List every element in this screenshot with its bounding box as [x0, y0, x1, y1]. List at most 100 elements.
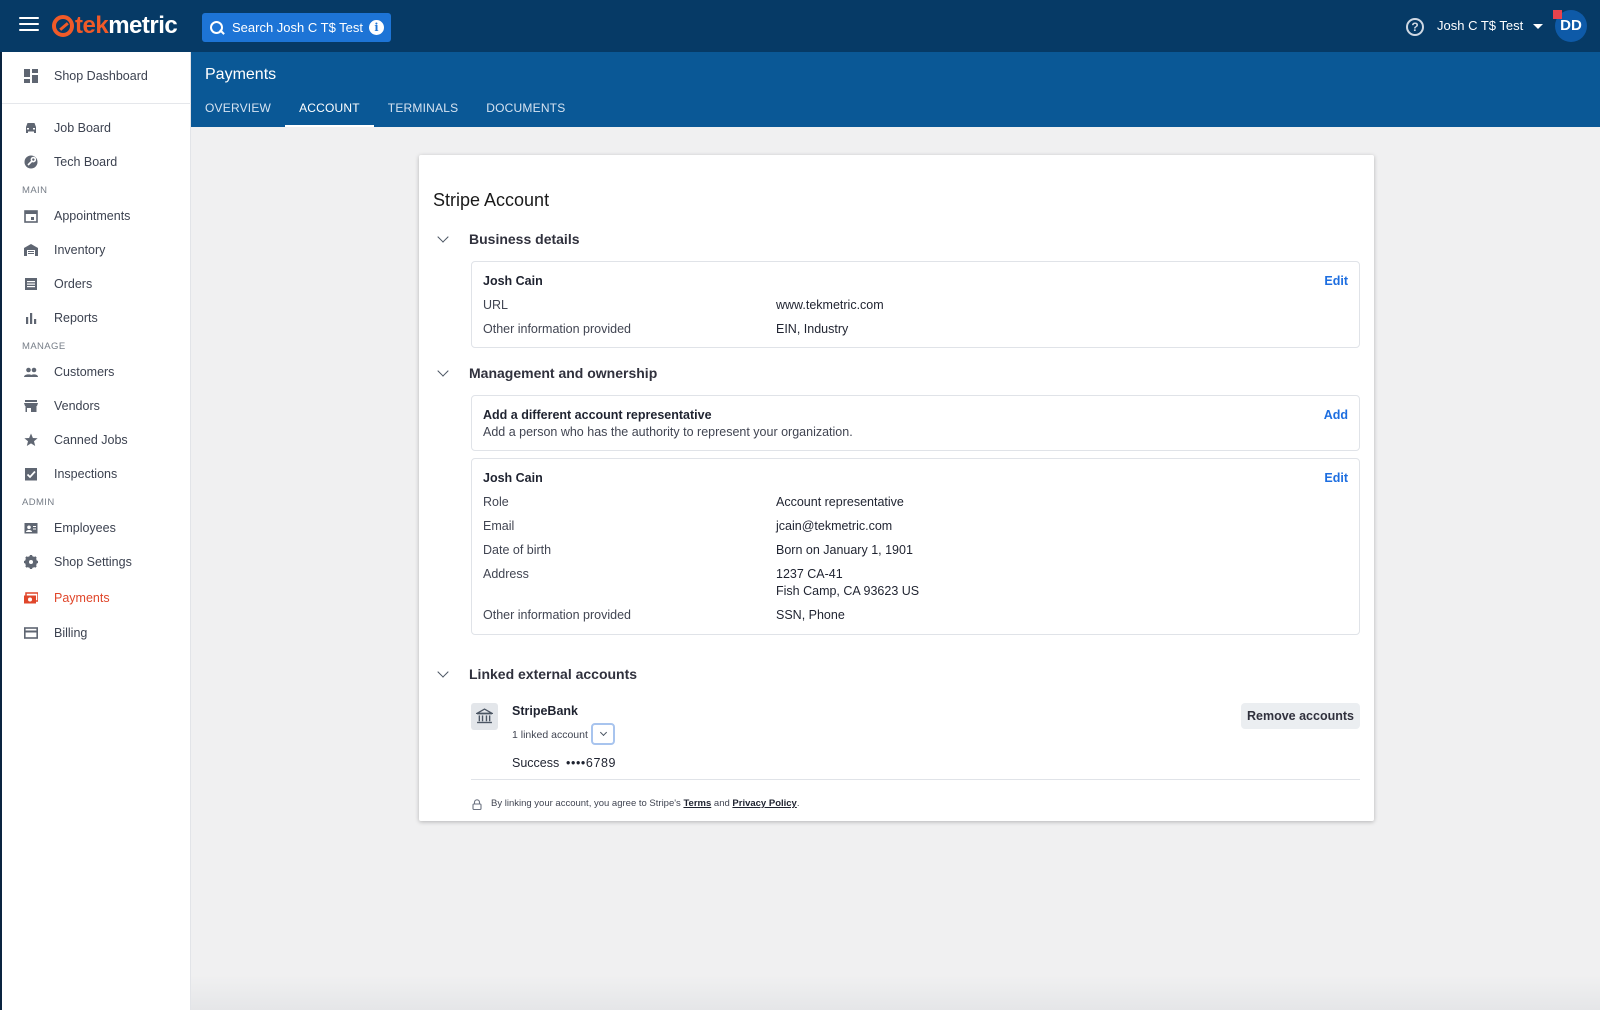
section-label-admin: ADMIN	[22, 497, 55, 508]
sidebar-item-shop-settings[interactable]: Shop Settings	[2, 546, 191, 578]
row-value: jcain@tekmetric.com	[776, 519, 893, 533]
add-representative-button[interactable]: Add	[1324, 408, 1348, 422]
row-value-line2: Fish Camp, CA 93623 US	[776, 584, 920, 598]
lock-icon	[472, 798, 482, 811]
section-label-main: MAIN	[22, 185, 48, 196]
sidebar-item-label: Payments	[54, 591, 110, 605]
row-label: Other information provided	[483, 322, 631, 336]
linked-account-count: 1 linked account	[512, 729, 588, 741]
star-icon	[24, 433, 38, 447]
search-icon	[210, 20, 224, 35]
tab-bar: OVERVIEW ACCOUNT TERMINALS DOCUMENTS	[191, 93, 579, 127]
terms-notice: By linking your account, you agree to St…	[491, 798, 799, 809]
user-menu-button[interactable]: Josh C T$ Test	[1437, 18, 1544, 33]
sidebar-item-vendors[interactable]: Vendors	[2, 390, 191, 422]
sidebar-item-label: Job Board	[54, 121, 111, 135]
info-icon[interactable]: i	[369, 20, 384, 35]
business-name: Josh Cain	[483, 274, 543, 288]
account-status: Success	[512, 756, 560, 770]
wrench-icon	[24, 155, 38, 169]
list-icon	[24, 277, 38, 291]
sidebar-item-label: Shop Settings	[54, 555, 132, 569]
terms-link[interactable]: Terms	[683, 798, 711, 809]
sidebar-item-label: Inventory	[54, 243, 106, 257]
section-heading: Business details	[469, 231, 580, 247]
top-bar: tekmetric Search Josh C T$ Test i ? Josh…	[0, 0, 1600, 52]
tab-terminals[interactable]: TERMINALS	[374, 93, 472, 127]
car-icon	[24, 121, 38, 135]
row-label: Email	[483, 519, 515, 533]
terms-suffix: .	[796, 798, 800, 809]
section-heading: Management and ownership	[469, 365, 658, 381]
row-label: Address	[483, 567, 529, 581]
row-value: EIN, Industry	[776, 322, 849, 336]
menu-icon[interactable]	[19, 17, 39, 35]
tab-overview[interactable]: OVERVIEW	[191, 93, 285, 127]
business-details-box: Josh Cain Edit URL www.tekmetric.com Oth…	[471, 261, 1360, 348]
logo-gear-icon	[52, 15, 74, 37]
divider	[471, 779, 1360, 780]
global-search-input[interactable]: Search Josh C T$ Test i	[202, 13, 391, 42]
sidebar-item-job-board[interactable]: Job Board	[2, 112, 191, 144]
sidebar-item-orders[interactable]: Orders	[2, 268, 191, 300]
bar-chart-icon	[24, 311, 38, 325]
sidebar-item-label: Shop Dashboard	[54, 69, 148, 83]
sidebar-item-reports[interactable]: Reports	[2, 302, 191, 334]
sidebar-item-customers[interactable]: Customers	[2, 356, 191, 388]
sidebar-item-billing[interactable]: Billing	[2, 617, 191, 649]
edit-business-button[interactable]: Edit	[1324, 274, 1348, 288]
user-name: Josh C T$ Test	[1437, 18, 1524, 33]
row-value: 1237 CA-41	[776, 567, 843, 581]
dashboard-icon	[24, 69, 38, 83]
sidebar-item-shop-dashboard[interactable]: Shop Dashboard	[2, 60, 191, 92]
card-title: Stripe Account	[433, 190, 550, 210]
row-value: Born on January 1, 1901	[776, 543, 913, 557]
section-label-manage: MANAGE	[22, 341, 66, 352]
logo-text-metric: metric	[108, 12, 178, 39]
section-heading: Linked external accounts	[469, 666, 638, 682]
add-representative-box: Add a different account representative A…	[471, 395, 1360, 451]
sidebar-item-appointments[interactable]: Appointments	[2, 200, 191, 232]
chevron-down-icon	[437, 231, 449, 243]
tab-documents[interactable]: DOCUMENTS	[472, 93, 579, 127]
row-label: Other information provided	[483, 608, 631, 622]
sidebar-item-label: Orders	[54, 277, 93, 291]
caret-down-icon	[1533, 23, 1544, 29]
linked-accounts-toggle[interactable]: Linked external accounts	[437, 666, 638, 682]
notification-badge	[1553, 10, 1562, 19]
people-icon	[24, 365, 38, 379]
sidebar-item-canned-jobs[interactable]: Canned Jobs	[2, 424, 191, 456]
sidebar-item-label: Reports	[54, 311, 98, 325]
store-icon	[24, 399, 38, 413]
row-label: Role	[483, 495, 509, 509]
business-details-toggle[interactable]: Business details	[437, 231, 580, 247]
row-label: URL	[483, 298, 509, 312]
privacy-policy-link[interactable]: Privacy Policy	[732, 798, 796, 809]
sidebar-item-label: Customers	[54, 365, 115, 379]
expand-linked-accounts-button[interactable]	[591, 723, 615, 745]
tab-account[interactable]: ACCOUNT	[285, 93, 374, 127]
row-label: Date of birth	[483, 543, 552, 557]
clipboard-check-icon	[24, 467, 38, 481]
add-rep-title: Add a different account representative	[483, 408, 712, 422]
terms-prefix: By linking your account, you agree to St…	[491, 798, 684, 809]
sidebar-item-label: Employees	[54, 521, 116, 535]
credit-card-icon	[24, 626, 38, 640]
sidebar-divider	[2, 103, 191, 104]
sidebar-item-payments[interactable]: Payments	[2, 582, 191, 614]
sidebar-item-employees[interactable]: Employees	[2, 512, 191, 544]
edit-representative-button[interactable]: Edit	[1324, 471, 1348, 485]
management-ownership-toggle[interactable]: Management and ownership	[437, 365, 658, 381]
remove-accounts-button[interactable]: Remove accounts	[1241, 703, 1360, 729]
sidebar-item-inventory[interactable]: Inventory	[2, 234, 191, 266]
sidebar-item-tech-board[interactable]: Tech Board	[2, 146, 191, 178]
warehouse-icon	[24, 243, 38, 257]
sidebar-item-inspections[interactable]: Inspections	[2, 458, 191, 490]
help-icon[interactable]: ?	[1406, 18, 1424, 36]
account-number-mask: ••••6789	[566, 756, 617, 770]
bank-icon	[471, 703, 498, 730]
search-placeholder: Search Josh C T$ Test	[232, 20, 364, 35]
stripe-account-card: Stripe Account Business details Josh Cai…	[419, 155, 1374, 821]
chevron-down-icon	[437, 666, 449, 678]
tekmetric-logo[interactable]: tekmetric	[52, 12, 178, 39]
